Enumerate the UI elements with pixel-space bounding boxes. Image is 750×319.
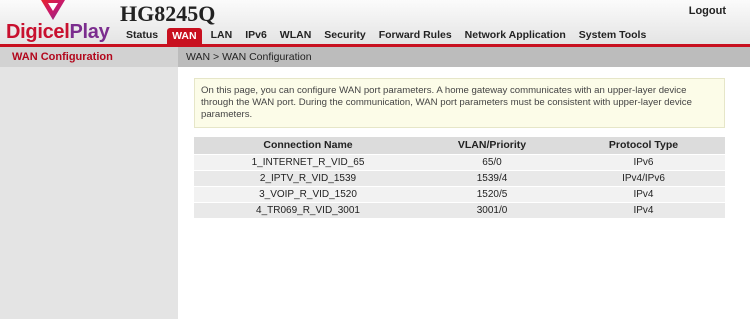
connection-name-cell[interactable]: 1_INTERNET_R_VID_65 <box>194 153 422 170</box>
sidebar-item-wan-configuration[interactable]: WAN Configuration <box>0 47 178 67</box>
table-header-row: Connection Name VLAN/Priority Protocol T… <box>194 137 725 154</box>
logout-link[interactable]: Logout <box>689 5 726 17</box>
main-content: WAN > WAN Configuration On this page, yo… <box>178 47 750 319</box>
device-model: HG8245Q <box>120 1 216 26</box>
nav-wan[interactable]: WAN <box>167 28 202 44</box>
table-row[interactable]: 1_INTERNET_R_VID_65 65/0 IPv6 <box>194 153 725 170</box>
nav-security[interactable]: Security <box>324 28 365 44</box>
protocol-type-cell: IPv4 <box>562 185 725 202</box>
protocol-type-cell: IPv6 <box>562 153 725 170</box>
header-protocol-type: Protocol Type <box>562 137 725 154</box>
nav-forward-rules[interactable]: Forward Rules <box>379 28 452 44</box>
table-row[interactable]: 2_IPTV_R_VID_1539 1539/4 IPv4/IPv6 <box>194 169 725 186</box>
vlan-priority-cell: 3001/0 <box>422 201 562 218</box>
brand-name: DigicelPlay <box>6 21 110 43</box>
info-box: On this page, you can configure WAN port… <box>194 78 725 128</box>
protocol-type-cell: IPv4 <box>562 201 725 218</box>
header-vlan-priority: VLAN/Priority <box>422 137 562 154</box>
table-row[interactable]: 4_TR069_R_VID_3001 3001/0 IPv4 <box>194 201 725 218</box>
connection-name-cell[interactable]: 3_VOIP_R_VID_1520 <box>194 185 422 202</box>
nav-wlan[interactable]: WLAN <box>280 28 312 44</box>
breadcrumb: WAN > WAN Configuration <box>178 47 750 67</box>
connection-name-cell[interactable]: 2_IPTV_R_VID_1539 <box>194 169 422 186</box>
header-connection-name: Connection Name <box>194 137 422 154</box>
connection-name-cell[interactable]: 4_TR069_R_VID_3001 <box>194 201 422 218</box>
vlan-priority-cell: 65/0 <box>422 153 562 170</box>
brand-logo: DigicelPlay <box>0 0 110 44</box>
top-header: DigicelPlay HG8245Q Logout Status WAN LA… <box>0 0 750 44</box>
wan-connection-table: Connection Name VLAN/Priority Protocol T… <box>194 137 725 218</box>
nav-network-application[interactable]: Network Application <box>465 28 566 44</box>
play-logo-icon <box>41 0 65 20</box>
nav-lan[interactable]: LAN <box>211 28 233 44</box>
nav-ipv6[interactable]: IPv6 <box>245 28 267 44</box>
nav-status[interactable]: Status <box>126 28 158 44</box>
protocol-type-cell: IPv4/IPv6 <box>562 169 725 186</box>
sidebar: WAN Configuration <box>0 47 178 319</box>
nav-system-tools[interactable]: System Tools <box>579 28 647 44</box>
vlan-priority-cell: 1520/5 <box>422 185 562 202</box>
main-nav: Status WAN LAN IPv6 WLAN Security Forwar… <box>126 28 659 44</box>
vlan-priority-cell: 1539/4 <box>422 169 562 186</box>
table-row[interactable]: 3_VOIP_R_VID_1520 1520/5 IPv4 <box>194 185 725 202</box>
